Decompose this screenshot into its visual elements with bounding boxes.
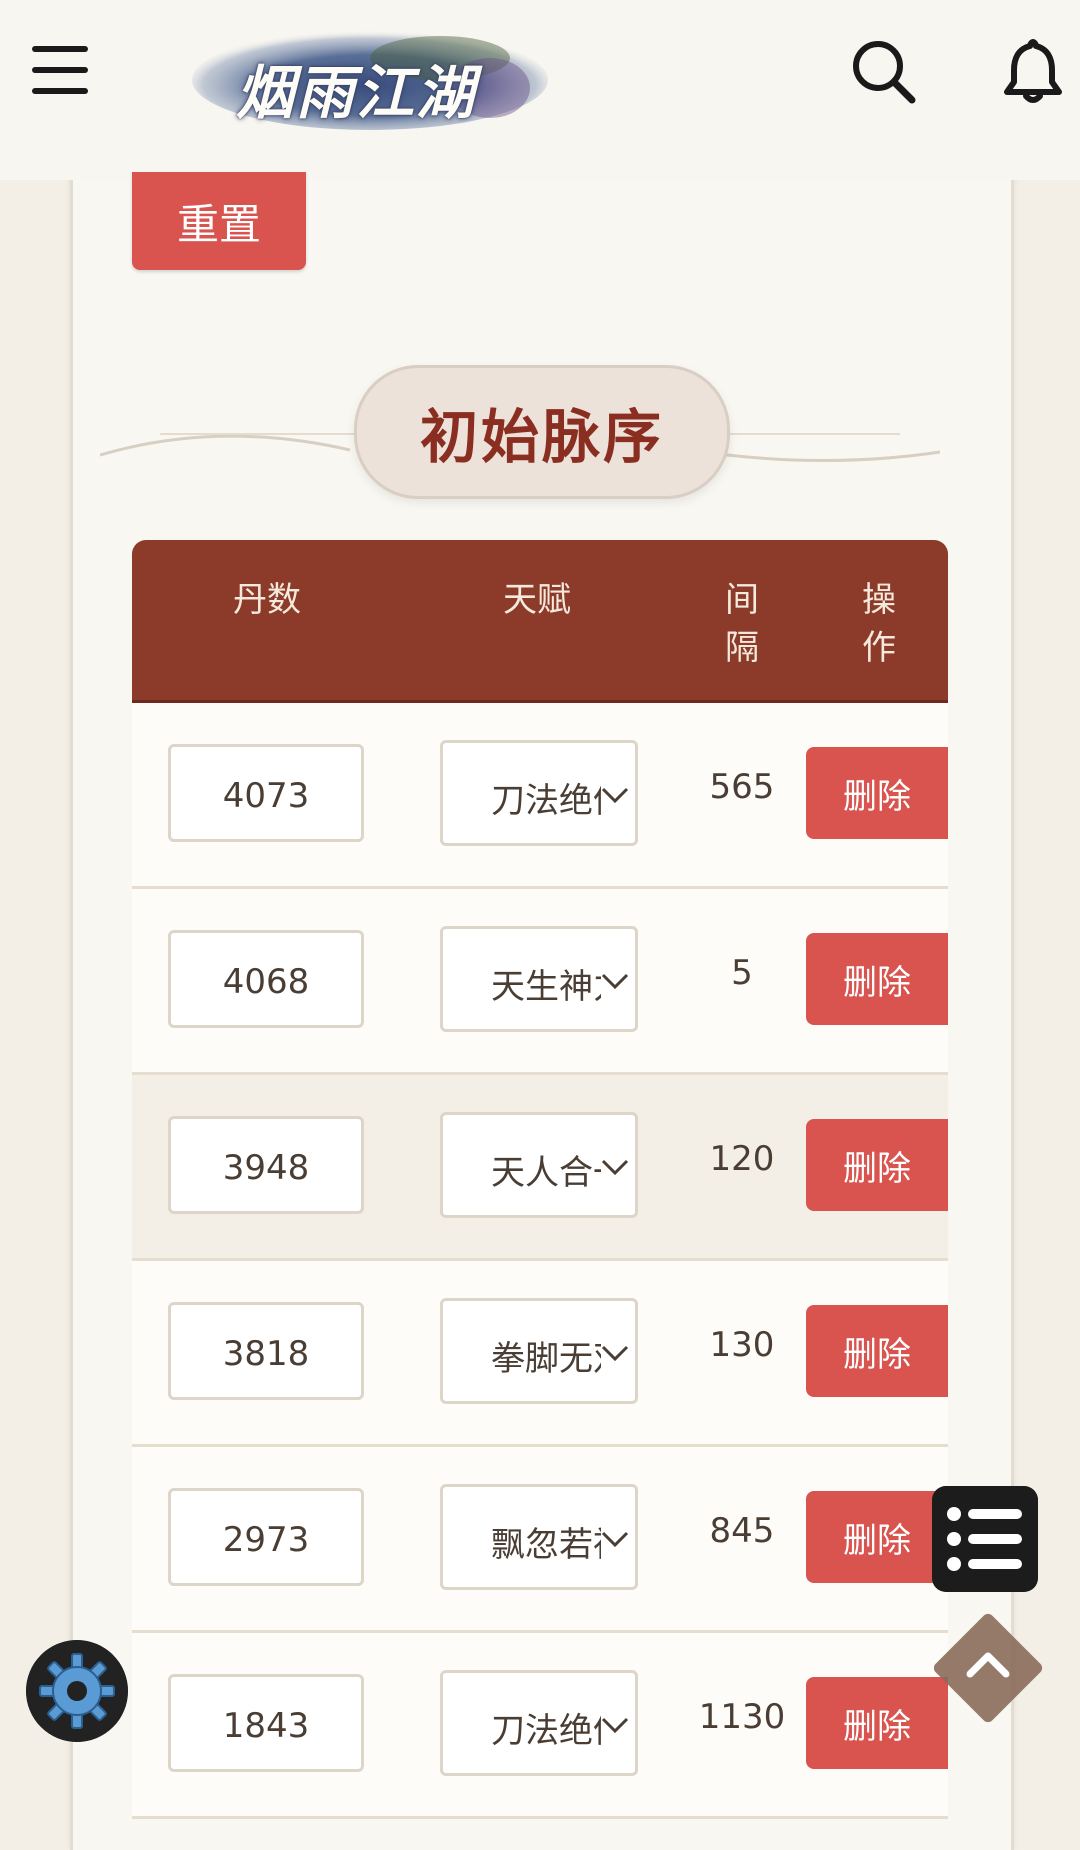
table-body: 4073刀法绝伦565删除4068天生神力5删除3948天人合一120删除381… (132, 703, 948, 1819)
delete-button[interactable]: 删除 (806, 1677, 948, 1769)
section-title-text: 初始脉序 (419, 403, 664, 471)
dan-input[interactable]: 3818 (168, 1302, 364, 1400)
interval-value: 5 (731, 953, 753, 993)
talent-select[interactable]: 刀法绝伦 (440, 1670, 638, 1776)
chevron-down-icon (601, 1345, 629, 1362)
search-icon[interactable] (848, 36, 918, 106)
chevron-down-icon (601, 1717, 629, 1734)
delete-button[interactable]: 删除 (806, 933, 948, 1025)
chevron-down-icon (601, 1159, 629, 1176)
talent-select[interactable]: 飘忽若神 (440, 1484, 638, 1590)
talent-select[interactable]: 刀法绝伦 (440, 740, 638, 846)
delete-button[interactable]: 删除 (806, 1119, 948, 1211)
bell-icon[interactable] (998, 36, 1068, 106)
table-row: 3818 拳脚无双 130 删除 (132, 1261, 948, 1447)
table-row: 4068 天生神力 5 删除 (132, 889, 948, 1075)
dan-input[interactable]: 2973 (168, 1488, 364, 1586)
header-talent: 天赋 (503, 580, 571, 620)
talent-value: 天生神力 (491, 967, 601, 1007)
header-dan: 丹数 (233, 580, 301, 620)
talent-select[interactable]: 天人合一 (440, 1112, 638, 1218)
top-bar: 烟雨江湖 (0, 0, 1080, 180)
delete-button[interactable]: 删除 (806, 1305, 948, 1397)
reset-button[interactable]: 重置 (132, 172, 306, 270)
interval-value: 120 (709, 1139, 775, 1179)
chevron-down-icon (601, 973, 629, 990)
talent-value: 天人合一 (491, 1153, 601, 1193)
talent-value: 飘忽若神 (491, 1525, 601, 1565)
table-row: 2973 飘忽若神 845 删除 (132, 1447, 948, 1633)
dan-input[interactable]: 4068 (168, 930, 364, 1028)
interval-value: 565 (709, 767, 775, 807)
dan-input[interactable]: 1843 (168, 1674, 364, 1772)
talent-select[interactable]: 天生神力 (440, 926, 638, 1032)
header-interval: 间隔 (725, 580, 759, 668)
table-header: 丹数 天赋 间隔 操作 (132, 540, 948, 703)
gear-icon[interactable] (26, 1640, 128, 1742)
menu-icon[interactable] (32, 46, 88, 94)
talent-value: 拳脚无双 (491, 1339, 601, 1379)
header-op: 操作 (862, 580, 896, 668)
interval-value: 845 (709, 1511, 775, 1551)
delete-button[interactable]: 删除 (806, 747, 948, 839)
talent-value: 刀法绝伦 (491, 1711, 601, 1751)
interval-value: 130 (709, 1325, 775, 1365)
table-row: 4073 刀法绝伦 565 删除 (132, 703, 948, 889)
chevron-down-icon (601, 1531, 629, 1548)
logo[interactable]: 烟雨江湖 (236, 46, 476, 130)
interval-value: 1130 (698, 1697, 786, 1737)
table-row: 3948 天人合一 120 删除 (132, 1075, 948, 1261)
list-icon[interactable] (932, 1486, 1038, 1592)
section-title: 初始脉序 (354, 365, 730, 499)
dan-input[interactable]: 4073 (168, 744, 364, 842)
chevron-down-icon (601, 787, 629, 804)
meridian-table: 丹数 天赋 间隔 操作 4073刀法绝伦565删除4068天生神力5删除3948… (132, 540, 948, 1819)
chevron-up-icon[interactable] (962, 1640, 1014, 1692)
talent-select[interactable]: 拳脚无双 (440, 1298, 638, 1404)
delete-button[interactable]: 删除 (806, 1491, 948, 1583)
dan-input[interactable]: 3948 (168, 1116, 364, 1214)
table-row: 1843 刀法绝伦 1130 删除 (132, 1633, 948, 1819)
talent-value: 刀法绝伦 (491, 781, 601, 821)
